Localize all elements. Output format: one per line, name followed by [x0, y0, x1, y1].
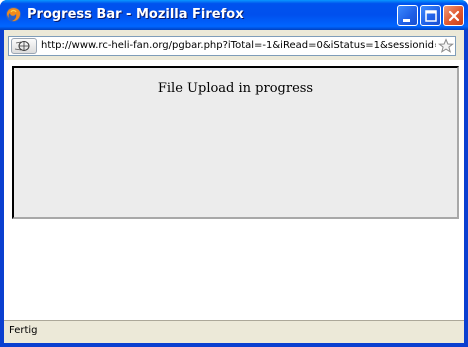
minimize-button[interactable] [397, 5, 418, 26]
minimize-icon [403, 19, 410, 22]
status-bar: Fertig [4, 320, 464, 343]
status-text: Fertig [9, 325, 38, 336]
star-icon[interactable] [438, 38, 454, 54]
site-identity-button[interactable] [11, 38, 37, 54]
url-text[interactable]: http://www.rc-heli-fan.org/pgbar.php?iTo… [41, 38, 436, 54]
window-title: Progress Bar - Mozilla Firefox [27, 7, 244, 22]
firefox-icon [6, 7, 21, 22]
maximize-button[interactable] [420, 5, 441, 26]
close-button[interactable] [443, 5, 464, 26]
page-content: File Upload in progress [4, 60, 464, 320]
client-area: http://www.rc-heli-fan.org/pgbar.php?iTo… [4, 30, 464, 343]
close-icon [448, 10, 460, 22]
progress-message: File Upload in progress [157, 81, 314, 96]
progress-panel: File Upload in progress [12, 66, 459, 219]
browser-window: Progress Bar - Mozilla Firefox http://ww… [0, 0, 468, 347]
maximize-icon [425, 10, 437, 22]
site-identity-icon [14, 41, 30, 51]
url-field[interactable]: http://www.rc-heli-fan.org/pgbar.php?iTo… [8, 36, 456, 56]
address-bar: http://www.rc-heli-fan.org/pgbar.php?iTo… [4, 30, 464, 60]
title-bar[interactable]: Progress Bar - Mozilla Firefox [0, 0, 468, 30]
